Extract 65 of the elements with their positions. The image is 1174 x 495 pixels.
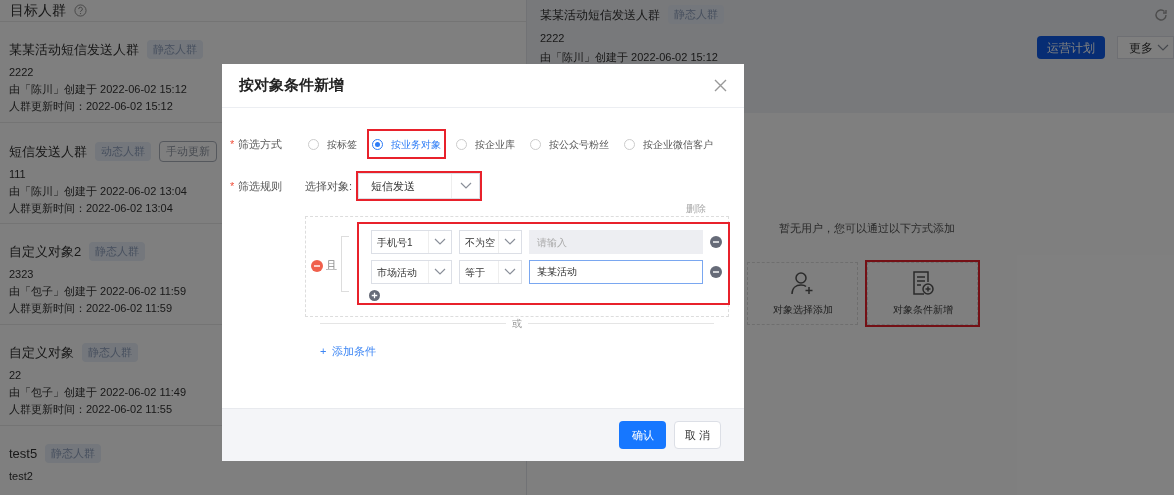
- refresh-icon[interactable]: [1154, 8, 1168, 22]
- group-name[interactable]: 自定义对象2: [9, 242, 82, 262]
- group-name[interactable]: 自定义对象: [9, 343, 74, 363]
- object-select[interactable]: 短信发送: [358, 173, 480, 199]
- confirm-button[interactable]: 确认: [619, 421, 666, 449]
- required-mark: *: [230, 136, 235, 152]
- chevron-down-icon: [504, 268, 516, 276]
- operator-select[interactable]: 等于: [459, 260, 522, 284]
- bracket-line: [341, 235, 349, 292]
- radio-option[interactable]: 按标签: [305, 131, 360, 157]
- radio-option[interactable]: 按公众号粉丝: [527, 131, 612, 157]
- remove-group-icon[interactable]: [311, 259, 323, 272]
- radio-option[interactable]: 按企业库: [453, 131, 518, 157]
- close-icon[interactable]: [714, 79, 727, 92]
- help-icon[interactable]: [74, 4, 87, 17]
- chevron-down-icon: [434, 268, 446, 276]
- empty-message: 暂无用户，您可以通过以下方式添加: [779, 221, 955, 236]
- or-label: 或: [512, 317, 522, 331]
- group-name[interactable]: test5: [9, 444, 38, 464]
- creator-text: 由「陈川」创建于 2022-06-02 15:12: [9, 81, 187, 96]
- update-time: 人群更新时间：2022-06-02 13:04: [9, 201, 173, 215]
- field-label: 筛选方式: [238, 136, 283, 152]
- group-description: 22: [9, 367, 22, 382]
- creator-text: 由「包子」创建于 2022-06-02 11:59: [9, 283, 187, 298]
- creator-text: 由「陈川」创建于 2022-06-02 13:04: [9, 184, 187, 198]
- group-description: test2: [9, 468, 33, 483]
- cancel-button[interactable]: 取 消: [674, 421, 721, 449]
- chevron-down-icon: [434, 238, 446, 246]
- remove-condition-icon[interactable]: [710, 266, 722, 278]
- dialog-title: 按对象条件新增: [239, 75, 344, 96]
- card-label: 对象条件新增: [892, 303, 953, 317]
- radio-option[interactable]: 按业务对象: [369, 131, 444, 157]
- object-label: 选择对象:: [305, 178, 354, 194]
- add-condition-link[interactable]: + 添加条件: [320, 343, 377, 360]
- group-name[interactable]: 某某活动短信发送人群: [9, 40, 139, 60]
- creator-text: 由「陈川」创建于 2022-06-02 15:12: [540, 49, 718, 65]
- delete-link[interactable]: 删除: [686, 201, 706, 216]
- add-option-card[interactable]: 对象选择添加: [747, 262, 858, 325]
- value-input[interactable]: 某某活动: [529, 260, 703, 284]
- update-time: 人群更新时间：2022-06-02 15:12: [9, 98, 173, 113]
- chevron-down-icon: [459, 182, 472, 190]
- chevron-down-icon: [1157, 43, 1169, 52]
- remove-condition-icon[interactable]: [710, 236, 722, 248]
- group-description: 111: [9, 167, 26, 181]
- update-time: 人群更新时间：2022-06-02 11:59: [9, 300, 173, 315]
- chevron-down-icon: [504, 238, 516, 246]
- detail-title: 某某活动短信发送人群: [540, 6, 660, 24]
- detail-description: 2222: [540, 31, 565, 46]
- logic-label: 且: [326, 258, 337, 274]
- required-mark: *: [230, 178, 235, 194]
- panel-title: 目标人群: [10, 1, 66, 20]
- more-button[interactable]: 更多: [1117, 36, 1174, 59]
- group-description: 2222: [9, 64, 34, 79]
- group-name[interactable]: 短信发送人群: [9, 141, 87, 162]
- update-time: 人群更新时间：2022-06-02 11:55: [9, 401, 173, 416]
- group-description: 2323: [9, 266, 34, 281]
- card-label: 对象选择添加: [772, 303, 833, 317]
- add-person-icon: [789, 270, 816, 296]
- radio-option[interactable]: 按企业微信客户: [621, 131, 716, 157]
- add-option-card[interactable]: 对象条件新增: [867, 262, 978, 325]
- field-label: 筛选规则: [238, 178, 283, 194]
- plan-button[interactable]: 运营计划: [1037, 36, 1105, 59]
- field-select[interactable]: 市场活动: [371, 260, 452, 284]
- creator-text: 由「包子」创建于 2022-06-02 11:49: [9, 384, 187, 399]
- add-condition-icon[interactable]: [369, 290, 380, 301]
